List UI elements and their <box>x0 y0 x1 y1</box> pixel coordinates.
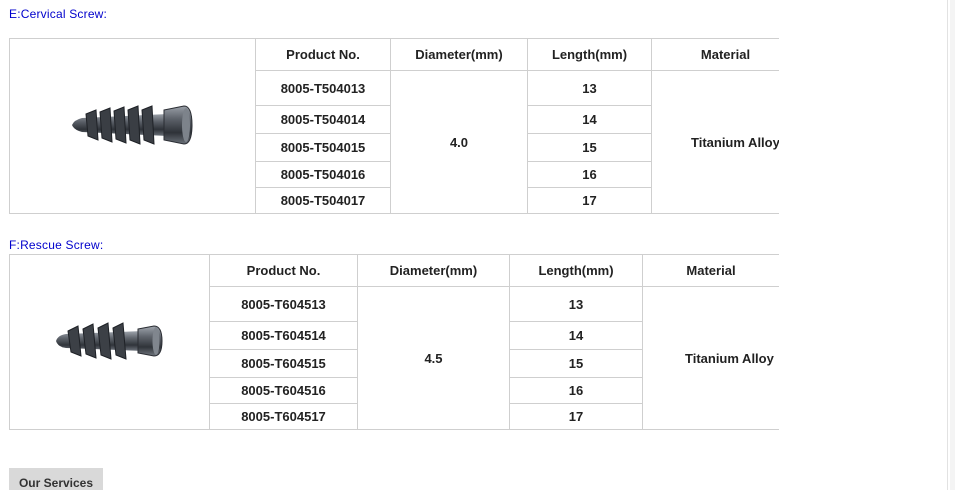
product-no-cell: 8005-T604516 <box>209 377 358 404</box>
cervical-screw-image <box>71 104 193 145</box>
rescue-screw-image <box>55 321 163 360</box>
rescue-screw-table-container: Product No. Diameter(mm) Length(mm) Mate… <box>9 254 779 432</box>
product-no-cell: 8005-T604517 <box>209 403 358 430</box>
section-title-cervical-screw: E:Cervical Screw: <box>9 7 108 21</box>
header-diameter: Diameter(mm) <box>357 254 510 287</box>
diameter-cell: 4.5 <box>357 286 510 430</box>
product-no-cell: 8005-T504017 <box>255 187 391 214</box>
product-no-cell: 8005-T504013 <box>255 70 391 106</box>
header-length: Length(mm) <box>509 254 643 287</box>
page-edge-gutter <box>950 0 955 490</box>
header-product-no: Product No. <box>255 38 391 71</box>
length-cell: 15 <box>509 349 643 378</box>
product-no-cell: 8005-T504015 <box>255 133 391 162</box>
cervical-screw-table: Product No. Diameter(mm) Length(mm) Mate… <box>9 38 779 214</box>
length-cell: 16 <box>509 377 643 404</box>
material-cell: Titanium Alloy <box>642 286 779 430</box>
header-material: Material <box>642 254 779 287</box>
diameter-cell: 4.0 <box>390 70 528 214</box>
length-cell: 17 <box>527 187 652 214</box>
section-title-rescue-screw: F:Rescue Screw: <box>9 238 104 252</box>
header-length: Length(mm) <box>527 38 652 71</box>
length-cell: 17 <box>509 403 643 430</box>
length-cell: 14 <box>509 321 643 350</box>
header-material: Material <box>651 38 779 71</box>
cervical-screw-table-container: Product No. Diameter(mm) Length(mm) Mate… <box>9 38 779 216</box>
header-diameter: Diameter(mm) <box>390 38 528 71</box>
rescue-screw-table: Product No. Diameter(mm) Length(mm) Mate… <box>9 254 779 430</box>
length-cell: 16 <box>527 161 652 188</box>
our-services-tab[interactable]: Our Services <box>9 468 103 490</box>
product-no-cell: 8005-T604513 <box>209 286 358 322</box>
cervical-screw-image-cell <box>9 38 256 214</box>
product-no-cell: 8005-T604514 <box>209 321 358 350</box>
length-cell: 14 <box>527 105 652 134</box>
length-cell: 13 <box>527 70 652 106</box>
product-no-cell: 8005-T504014 <box>255 105 391 134</box>
page-edge-divider <box>947 0 948 490</box>
product-no-cell: 8005-T604515 <box>209 349 358 378</box>
rescue-screw-image-cell <box>9 254 210 430</box>
material-cell: Titanium Alloy <box>651 70 779 214</box>
length-cell: 13 <box>509 286 643 322</box>
length-cell: 15 <box>527 133 652 162</box>
product-no-cell: 8005-T504016 <box>255 161 391 188</box>
header-product-no: Product No. <box>209 254 358 287</box>
